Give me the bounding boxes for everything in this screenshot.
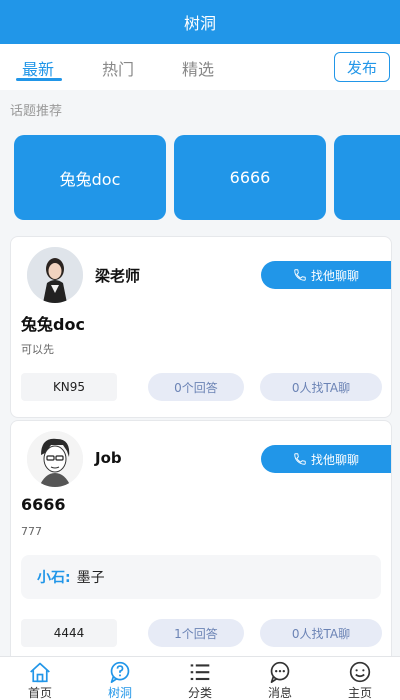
page-title: 树洞: [183, 14, 216, 33]
answers-count-button[interactable]: 0个回答: [148, 373, 244, 401]
post-description: 可以先: [21, 343, 54, 356]
talk-count-button[interactable]: 0人找TA聊: [260, 373, 382, 401]
chat-button[interactable]: 找他聊聊: [261, 261, 391, 289]
question-bubble-icon: [110, 661, 130, 683]
message-icon: [270, 661, 290, 683]
nav-label: 主页: [347, 686, 372, 700]
avatar: [27, 431, 83, 487]
post-card[interactable]: 梁老师 找他聊聊 兔兔doc 可以先 KN95 0个回答 0人找TA聊: [10, 236, 392, 418]
post-title: 兔兔doc: [21, 315, 85, 334]
topic-card[interactable]: 兔兔doc: [14, 135, 166, 220]
home-icon: [30, 662, 50, 683]
tab-featured[interactable]: 精选: [182, 56, 214, 80]
post-tag[interactable]: 4444: [21, 619, 117, 647]
chat-button[interactable]: 找他聊聊: [261, 445, 391, 473]
answers-count-button[interactable]: 1个回答: [148, 619, 244, 647]
topics-section-label: 话题推荐: [10, 104, 63, 119]
post-card[interactable]: Job 找他聊聊 6666 777 小石: 墨子 4444 1个回答 0人找TA…: [10, 420, 392, 656]
nav-messages[interactable]: 消息: [240, 657, 320, 700]
avatar: [27, 247, 83, 303]
nav-home[interactable]: 首页: [0, 657, 80, 700]
user-name: Job: [95, 449, 122, 467]
nav-label: 树洞: [107, 686, 132, 700]
nav-category[interactable]: 分类: [160, 657, 240, 700]
nav-label: 消息: [267, 686, 292, 700]
bottom-navigation: 首页 树洞 分类 消息 主页: [0, 656, 400, 700]
title-bar: 树洞: [0, 0, 400, 44]
active-tab-indicator: [16, 78, 62, 81]
phone-icon: [294, 269, 306, 281]
nav-label: 首页: [27, 686, 52, 700]
topic-card[interactable]: 6666: [174, 135, 326, 220]
publish-button[interactable]: 发布: [334, 52, 390, 82]
post-tag[interactable]: KN95: [21, 373, 117, 401]
nav-treehole[interactable]: 树洞: [80, 657, 160, 700]
nav-label: 分类: [187, 686, 212, 700]
reply-preview[interactable]: 小石: 墨子: [21, 555, 381, 599]
chat-button-label: 找他聊聊: [310, 268, 359, 283]
post-description: 777: [21, 525, 42, 538]
topic-card[interactable]: [334, 135, 400, 220]
tab-bar: 最新 热门 精选 发布: [0, 44, 400, 90]
chat-button-label: 找他聊聊: [310, 452, 359, 467]
reply-author: 小石:: [37, 570, 71, 586]
nav-profile[interactable]: 主页: [320, 657, 400, 700]
phone-icon: [294, 453, 306, 465]
tab-latest[interactable]: 最新: [22, 56, 54, 80]
user-name: 梁老师: [95, 267, 141, 285]
list-icon: [190, 664, 210, 681]
tab-hot[interactable]: 热门: [102, 56, 134, 80]
reply-text: 墨子: [76, 570, 105, 586]
post-title: 6666: [21, 495, 66, 514]
profile-face-icon: [349, 661, 371, 683]
talk-count-button[interactable]: 0人找TA聊: [260, 619, 382, 647]
